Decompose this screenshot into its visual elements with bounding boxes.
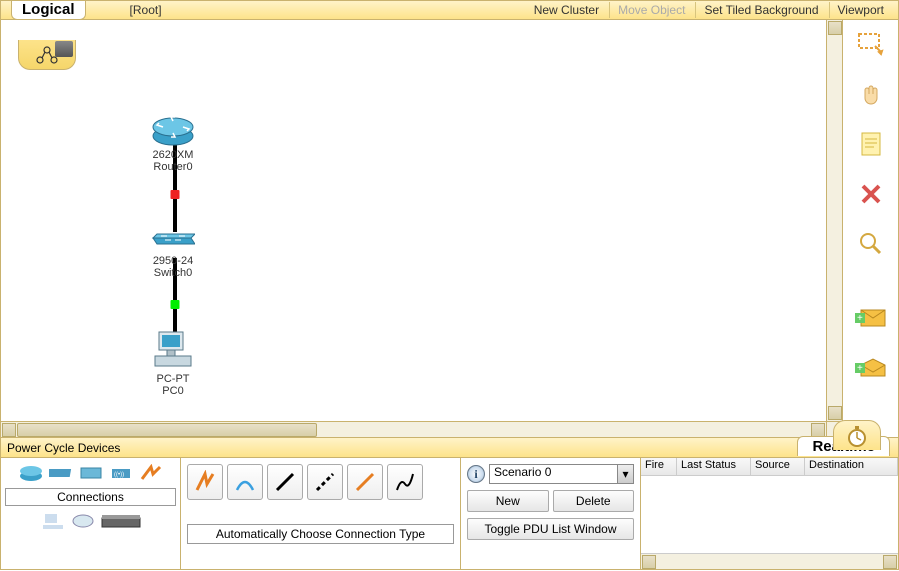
connection-types-panel: Automatically Choose Connection Type: [181, 458, 461, 569]
power-cycle-button[interactable]: Power Cycle Devices: [7, 441, 120, 455]
hand-icon: [859, 82, 883, 106]
device-name-label: Router0: [151, 161, 195, 173]
fiber-cable-icon: [353, 470, 377, 494]
connections-category-icon[interactable]: [139, 464, 163, 482]
pdu-col-last-status[interactable]: Last Status: [677, 458, 751, 475]
scenario-select[interactable]: Scenario 0 ▾: [489, 464, 634, 484]
status-bar: Power Cycle Devices Realtime: [0, 438, 899, 458]
port-status-down-icon: [171, 190, 180, 199]
conn-phone-button[interactable]: [387, 464, 423, 500]
connection-description-label: Automatically Choose Connection Type: [187, 524, 454, 544]
workspace-canvas[interactable]: 2620XM Router0 2950-24 Switch0: [1, 20, 842, 416]
stopwatch-icon: [846, 425, 868, 447]
scenario-new-button[interactable]: New: [467, 490, 549, 512]
device-category-panel: ((•)) Connections: [1, 458, 181, 569]
workspace-canvas-wrap: 2620XM Router0 2950-24 Switch0: [0, 20, 843, 438]
conn-console-button[interactable]: [227, 464, 263, 500]
pdu-list-panel: Fire Last Status Source Destination: [641, 458, 898, 569]
right-tool-palette: + +: [843, 20, 899, 438]
custom-devices-category-icon[interactable]: [101, 512, 141, 530]
pc-icon: [153, 330, 193, 370]
select-tool[interactable]: [853, 28, 889, 60]
device-name-label: Switch0: [151, 267, 195, 279]
top-toolbar: Logical [Root] New Cluster Move Object S…: [0, 0, 899, 20]
pdu-col-source[interactable]: Source: [751, 458, 805, 475]
auto-connection-icon: [193, 470, 217, 494]
delete-tool[interactable]: [853, 178, 889, 210]
conn-straight-button[interactable]: [267, 464, 303, 500]
svg-text:((•)): ((•)): [114, 472, 124, 478]
closed-envelope-plus-icon: +: [855, 307, 887, 329]
routers-category-icon[interactable]: [19, 464, 43, 482]
mode-tab-logical[interactable]: Logical: [11, 1, 86, 20]
device-type-label: PC-PT: [153, 373, 193, 385]
delete-x-icon: [860, 183, 882, 205]
back-device-icon: [55, 41, 73, 57]
device-name-label: PC0: [153, 385, 193, 397]
device-type-label: 2620XM: [151, 149, 195, 161]
hubs-category-icon[interactable]: [79, 464, 103, 482]
toggle-pdu-list-button[interactable]: Toggle PDU List Window: [467, 518, 634, 540]
svg-text:+: +: [857, 363, 863, 374]
selection-marquee-icon: [857, 32, 885, 56]
pdu-col-destination[interactable]: Destination: [805, 458, 898, 475]
note-tool[interactable]: [853, 128, 889, 160]
viewport-button[interactable]: Viewport: [829, 2, 892, 18]
add-simple-pdu-tool[interactable]: +: [853, 302, 889, 334]
end-devices-category-icon[interactable]: [41, 512, 65, 530]
phone-cable-icon: [393, 470, 417, 494]
scenario-delete-button[interactable]: Delete: [553, 490, 635, 512]
wireless-category-icon[interactable]: ((•)): [109, 464, 133, 482]
svg-text:+: +: [857, 313, 863, 324]
canvas-hscrollbar[interactable]: [1, 421, 826, 437]
scenario-info-button[interactable]: i: [467, 465, 485, 483]
cluster-nav-tab[interactable]: [18, 40, 76, 70]
pdu-col-fire[interactable]: Fire: [641, 458, 677, 475]
move-object-button[interactable]: Move Object: [609, 2, 693, 18]
info-icon: i: [474, 467, 477, 482]
device-switch0[interactable]: 2950-24 Switch0: [151, 230, 195, 279]
note-icon: [860, 131, 882, 157]
breadcrumb-root[interactable]: [Root]: [130, 3, 162, 17]
device-category-label: Connections: [5, 488, 176, 506]
device-pc0[interactable]: PC-PT PC0: [153, 330, 193, 397]
canvas-vscrollbar[interactable]: [826, 20, 842, 421]
magnifier-icon: [859, 232, 883, 256]
crossover-cable-icon: [313, 470, 337, 494]
pdu-table-body[interactable]: [641, 476, 898, 553]
switches-category-icon[interactable]: [49, 464, 73, 482]
port-status-up-icon: [171, 300, 180, 309]
inspect-tool[interactable]: [853, 228, 889, 260]
pdu-table-header: Fire Last Status Source Destination: [641, 458, 898, 476]
scenario-panel: i Scenario 0 ▾ New Delete Toggle PDU Lis…: [461, 458, 641, 569]
realtime-clock-tab[interactable]: [833, 420, 881, 450]
straight-cable-icon: [273, 470, 297, 494]
pdu-hscrollbar[interactable]: [641, 553, 898, 569]
set-tiled-background-button[interactable]: Set Tiled Background: [695, 2, 826, 18]
add-complex-pdu-tool[interactable]: +: [853, 352, 889, 384]
conn-fiber-button[interactable]: [347, 464, 383, 500]
move-tool[interactable]: [853, 78, 889, 110]
open-envelope-plus-icon: +: [855, 357, 887, 379]
console-cable-icon: [233, 470, 257, 494]
device-type-label: 2950-24: [151, 255, 195, 267]
switch-icon: [151, 230, 195, 252]
new-cluster-button[interactable]: New Cluster: [526, 2, 607, 18]
wan-emulation-category-icon[interactable]: [71, 512, 95, 530]
device-router0[interactable]: 2620XM Router0: [151, 114, 195, 173]
router-icon: [151, 114, 195, 146]
conn-auto-button[interactable]: [187, 464, 223, 500]
scenario-selected-label: Scenario 0: [494, 465, 551, 479]
dropdown-arrow-icon: ▾: [617, 465, 633, 483]
conn-crossover-button[interactable]: [307, 464, 343, 500]
